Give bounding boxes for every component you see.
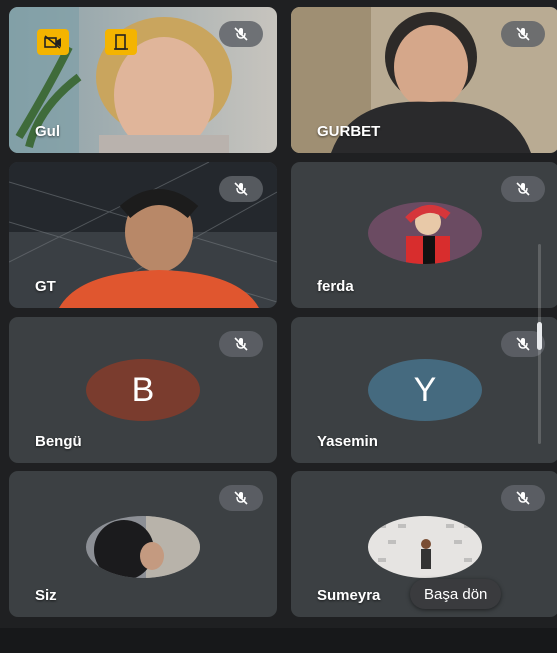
participant-tile-yasemin[interactable]: Y Yasemin	[291, 317, 557, 463]
participant-name: Gul	[35, 123, 60, 140]
participant-tile-gurbet[interactable]: GURBET	[291, 7, 557, 153]
participant-name: Sumeyra	[317, 587, 381, 604]
participant-name: Yasemin	[317, 433, 378, 450]
mic-off-icon	[219, 176, 263, 202]
avatar-photo	[368, 202, 482, 264]
scrollbar-thumb[interactable]	[537, 322, 542, 350]
avatar-photo	[368, 516, 482, 578]
camera-off-icon[interactable]	[37, 29, 69, 55]
avatar: Y	[368, 359, 482, 421]
mic-off-icon	[501, 21, 545, 47]
back-to-top-button[interactable]: Başa dön	[410, 579, 502, 609]
participant-grid: Gul GURBET GT ferda B Bengü Y Yasemin Si…	[0, 0, 557, 653]
bottom-bar	[0, 628, 557, 653]
participant-tile-ferda[interactable]: ferda	[291, 162, 557, 308]
mic-off-icon	[501, 485, 545, 511]
participant-name: Bengü	[35, 433, 82, 450]
mic-off-icon	[219, 331, 263, 357]
avatar: B	[86, 359, 200, 421]
participant-name: Siz	[35, 587, 57, 604]
participant-tile-gul[interactable]: Gul	[9, 7, 277, 153]
participant-tile-siz[interactable]: Siz	[9, 471, 277, 617]
participant-tile-bengu[interactable]: B Bengü	[9, 317, 277, 463]
participant-name: ferda	[317, 278, 354, 295]
avatar-photo	[86, 516, 200, 578]
participant-tile-gt[interactable]: GT	[9, 162, 277, 308]
mic-off-icon	[219, 485, 263, 511]
participant-name: GT	[35, 278, 56, 295]
participant-name: GURBET	[317, 123, 381, 140]
mic-off-icon	[219, 21, 263, 47]
door-exit-icon[interactable]	[105, 29, 137, 55]
mic-off-icon	[501, 176, 545, 202]
